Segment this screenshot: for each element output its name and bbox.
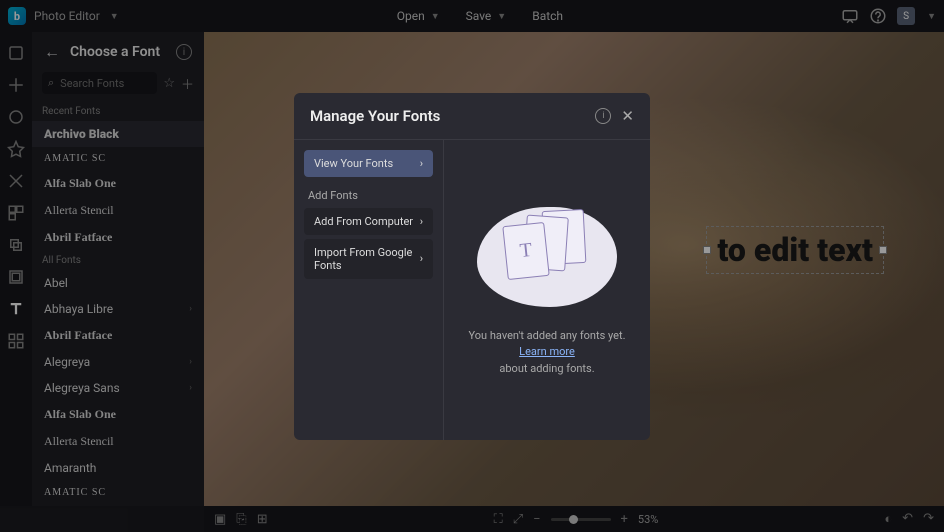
empty-text-1: You haven't added any fonts yet. — [469, 329, 626, 342]
chevron-right-icon: › — [420, 215, 423, 228]
empty-state-text: You haven't added any fonts yet. Learn m… — [460, 328, 634, 378]
chevron-right-icon: › — [420, 252, 423, 265]
add-computer-label: Add From Computer — [314, 215, 413, 228]
manage-fonts-modal: Manage Your Fonts i ✕ View Your Fonts › A… — [294, 93, 650, 440]
import-google-label: Import From Google Fonts — [314, 246, 420, 272]
empty-state-illustration: T — [477, 202, 617, 312]
add-from-computer-button[interactable]: Add From Computer › — [304, 208, 433, 235]
view-fonts-label: View Your Fonts — [314, 157, 393, 170]
add-fonts-section-label: Add Fonts — [304, 181, 433, 208]
learn-more-link[interactable]: Learn more — [519, 345, 575, 358]
modal-overlay: Manage Your Fonts i ✕ View Your Fonts › A… — [0, 0, 944, 532]
empty-text-2: about adding fonts. — [499, 362, 594, 375]
modal-sidebar: View Your Fonts › Add Fonts Add From Comp… — [294, 140, 444, 440]
modal-content: T You haven't added any fonts yet. Learn… — [444, 140, 650, 440]
import-google-fonts-button[interactable]: Import From Google Fonts› — [304, 239, 433, 279]
view-fonts-button[interactable]: View Your Fonts › — [304, 150, 433, 177]
chevron-right-icon: › — [420, 157, 423, 170]
modal-title: Manage Your Fonts — [310, 107, 595, 125]
close-icon[interactable]: ✕ — [621, 107, 634, 125]
info-icon[interactable]: i — [595, 108, 611, 124]
